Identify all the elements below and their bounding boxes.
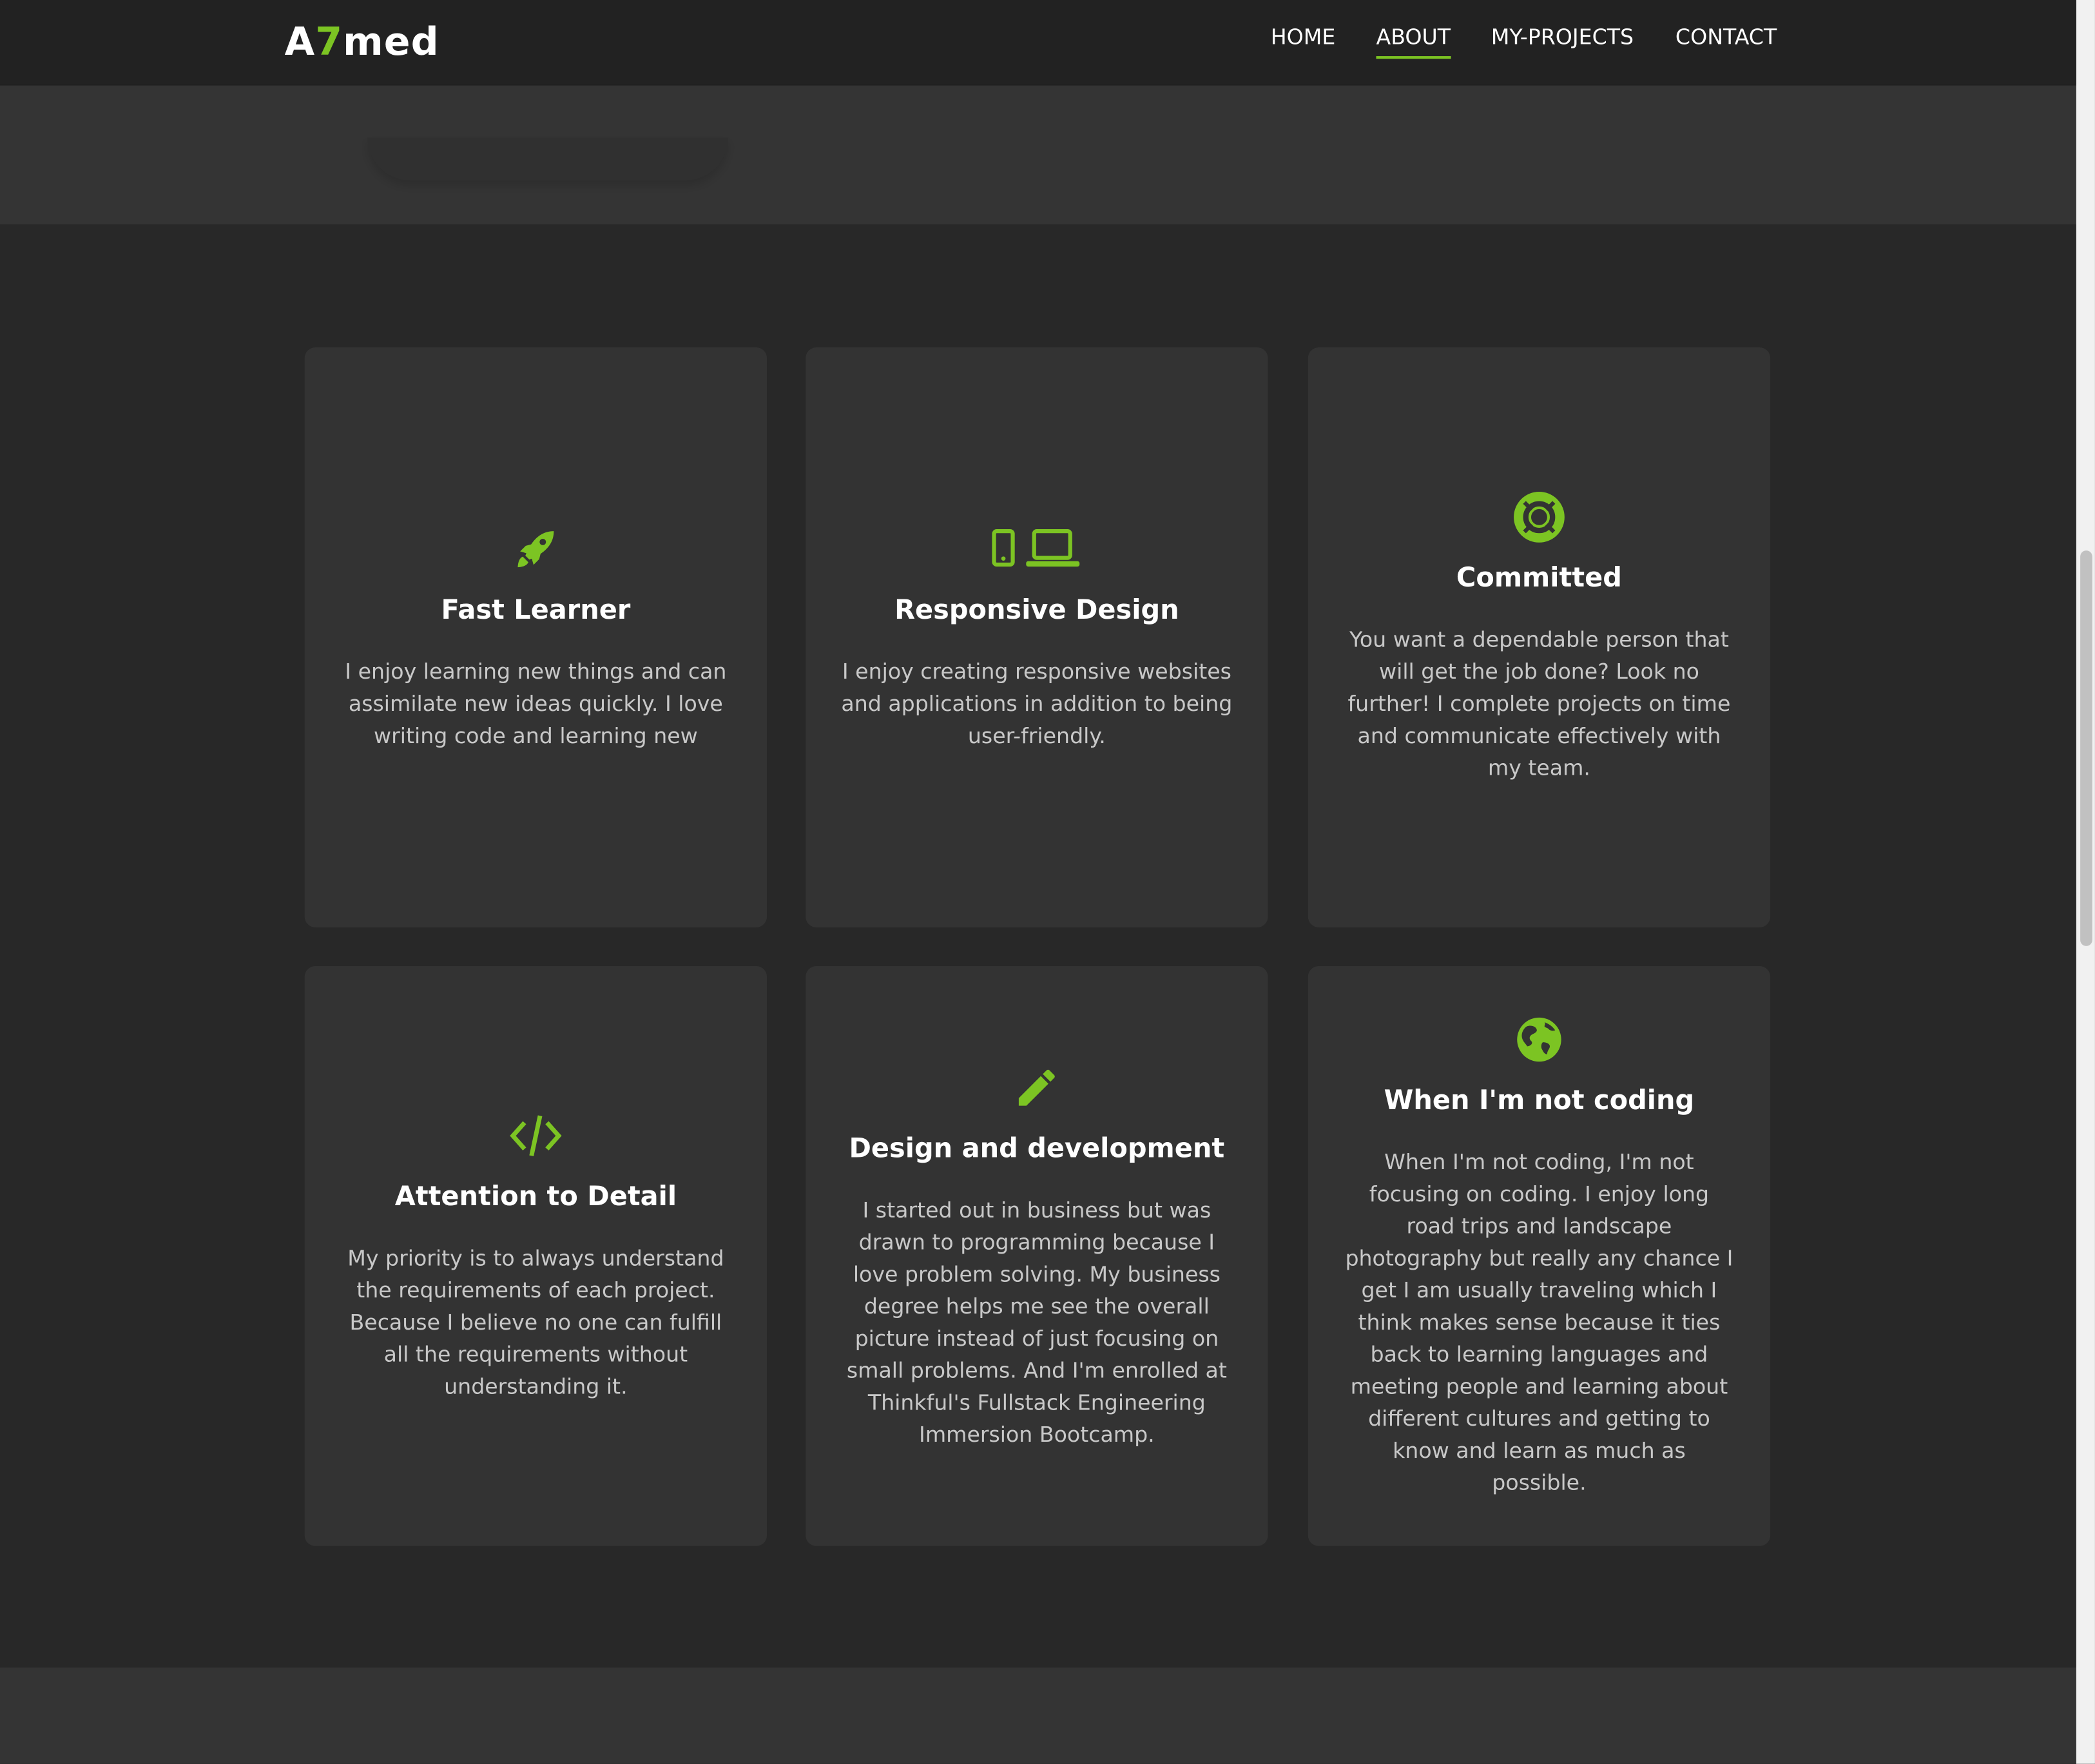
- card-text: I enjoy creating responsive websites and…: [841, 659, 1233, 749]
- card-title: Responsive Design: [894, 593, 1179, 626]
- card-title: Design and development: [849, 1132, 1225, 1164]
- main-nav: HOME ABOUT MY-PROJECTS CONTACT: [0, 24, 2076, 64]
- navbar: A7med HOME ABOUT MY-PROJECTS CONTACT: [0, 0, 2076, 84]
- card-text: My priority is to always understand the …: [347, 1245, 724, 1399]
- nav-projects-link[interactable]: MY-PROJECTS: [1491, 24, 1634, 50]
- hero-bottom-band: [0, 84, 2076, 225]
- hero-card-shadow: [367, 137, 728, 180]
- rocket-icon: [509, 523, 563, 576]
- card-text: I started out in business but was drawn …: [846, 1197, 1227, 1448]
- card-text: You want a dependable person that will g…: [1347, 626, 1731, 780]
- nav-about-link[interactable]: ABOUT: [1376, 24, 1451, 59]
- card-text: I enjoy learning new things and can assi…: [345, 659, 727, 749]
- code-icon: [509, 1109, 563, 1163]
- next-section-band: [0, 1667, 2076, 1764]
- about-section: Fast Learner I enjoy learning new things…: [0, 224, 2076, 1668]
- nav-contact-link[interactable]: CONTACT: [1675, 24, 1777, 50]
- card-design-and-development: Design and development I started out in …: [806, 965, 1268, 1546]
- scrollbar-thumb[interactable]: [2080, 550, 2092, 946]
- devices-icon: [989, 523, 1085, 576]
- card-attention-to-detail: Attention to Detail My priority is to al…: [304, 965, 768, 1546]
- card-when-not-coding: When I'm not coding When I'm not coding,…: [1308, 965, 1771, 1546]
- card-title: Fast Learner: [441, 593, 631, 626]
- card-responsive-design: Responsive Design I enjoy creating respo…: [806, 347, 1268, 927]
- card-title: Attention to Detail: [394, 1179, 677, 1212]
- globe-icon: [1512, 1013, 1566, 1067]
- nav-home-link[interactable]: HOME: [1271, 24, 1336, 50]
- card-title: When I'm not coding: [1384, 1083, 1695, 1116]
- card-committed: Committed You want a dependable person t…: [1308, 347, 1771, 927]
- life-ring-icon: [1512, 490, 1566, 544]
- pencil-icon: [1010, 1061, 1063, 1114]
- card-title: Committed: [1456, 561, 1622, 594]
- card-fast-learner: Fast Learner I enjoy learning new things…: [304, 347, 768, 927]
- card-text: When I'm not coding, I'm not focusing on…: [1345, 1149, 1733, 1496]
